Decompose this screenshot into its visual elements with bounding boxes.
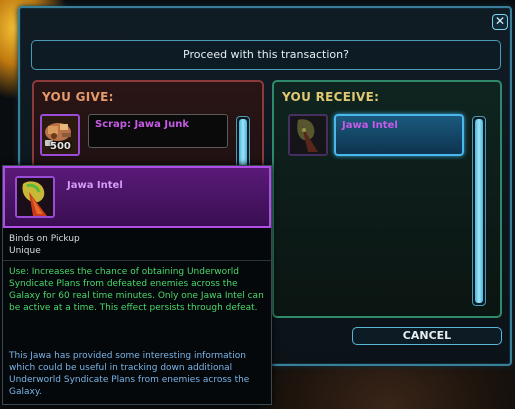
- unique-text: Unique: [9, 246, 41, 256]
- binds-on-pickup-text: Binds on Pickup: [9, 234, 80, 244]
- cancel-button[interactable]: CANCEL: [352, 327, 502, 345]
- transaction-prompt: Proceed with this transaction?: [31, 40, 501, 70]
- jawa-intel-icon: [290, 116, 326, 154]
- you-receive-panel: YOU RECEIVE: Jawa Intel: [272, 80, 502, 318]
- flavor-text: This Jawa has provided some interesting …: [9, 351, 250, 397]
- use-effect-text: Use: Increases the chance of obtaining U…: [9, 267, 264, 313]
- give-item-name[interactable]: Scrap: Jawa Junk: [88, 114, 228, 148]
- jawa-junk-item-icon[interactable]: 500: [40, 114, 80, 156]
- tooltip-divider: [3, 260, 271, 261]
- item-tooltip: Jawa Intel Binds on Pickup Unique Use: I…: [2, 165, 272, 405]
- you-receive-title: YOU RECEIVE:: [282, 90, 380, 104]
- tooltip-title: Jawa Intel: [67, 180, 123, 191]
- receive-scroll-thumb[interactable]: [475, 119, 483, 303]
- close-button[interactable]: ✕: [492, 14, 508, 30]
- receive-item-name[interactable]: Jawa Intel: [334, 114, 464, 156]
- you-give-title: YOU GIVE:: [42, 90, 114, 104]
- receive-scrollbar[interactable]: [472, 116, 486, 306]
- tooltip-header: Jawa Intel: [3, 166, 271, 228]
- jawa-intel-icon: [17, 178, 53, 216]
- item-quantity: 500: [50, 141, 71, 152]
- tooltip-item-icon: [15, 176, 55, 218]
- jawa-intel-item-icon[interactable]: [288, 114, 328, 156]
